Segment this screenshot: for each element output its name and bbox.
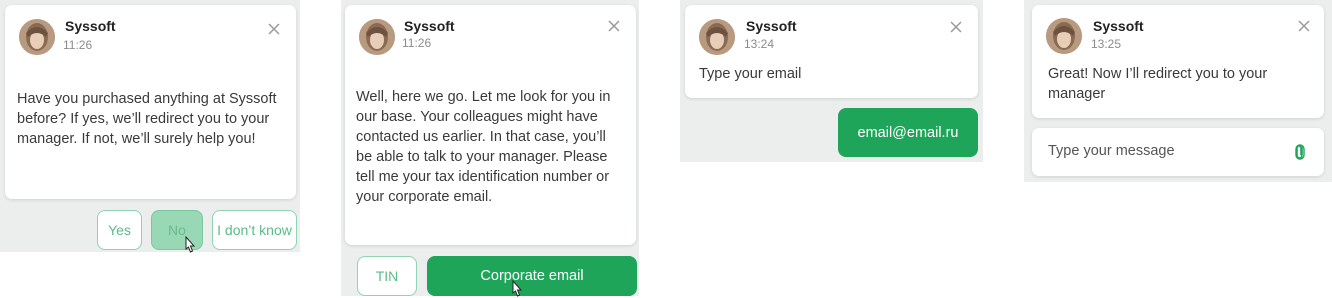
close-icon[interactable] <box>949 20 963 34</box>
corporate-email-button[interactable]: Corporate email <box>427 256 637 296</box>
yes-button[interactable]: Yes <box>97 210 142 250</box>
sender-name: Syssoft <box>404 18 455 34</box>
message-text: Have you purchased anything at Syssoft b… <box>17 91 277 147</box>
message-text: Type your email <box>699 66 802 82</box>
avatar <box>19 19 55 55</box>
message-time: 13:25 <box>1091 37 1122 51</box>
attach-icon[interactable] <box>1292 143 1308 161</box>
close-icon[interactable] <box>267 22 281 36</box>
bot-message-card: Syssoft 11:26 Well, here we go. Let me l… <box>345 5 636 245</box>
message-time: 11:26 <box>63 38 93 52</box>
sender-name: Syssoft <box>65 18 116 34</box>
avatar <box>699 19 735 55</box>
bot-message-card: Syssoft 13:24 Type your email <box>685 5 978 98</box>
message-input-placeholder: Type your message <box>1048 143 1175 159</box>
avatar <box>359 19 395 55</box>
avatar <box>1046 18 1082 54</box>
message-time: 13:24 <box>744 37 775 51</box>
no-button[interactable]: No <box>151 210 203 250</box>
message-time: 11:26 <box>402 36 432 50</box>
close-icon[interactable] <box>1297 19 1311 33</box>
message-text: Well, here we go. Let me look for you in… <box>356 89 611 205</box>
dont-know-button[interactable]: I don’t know <box>212 210 297 250</box>
sender-name: Syssoft <box>746 18 797 34</box>
message-text: Great! Now I’ll redirect you to your man… <box>1048 66 1268 102</box>
close-icon[interactable] <box>607 19 621 33</box>
bot-message-card: Syssoft 11:26 Have you purchased anythin… <box>5 5 296 199</box>
message-input-box[interactable]: Type your message <box>1032 128 1324 176</box>
tin-button[interactable]: TIN <box>357 256 417 296</box>
bot-message-card: Syssoft 13:25 Great! Now I’ll redirect y… <box>1032 5 1324 118</box>
sender-name: Syssoft <box>1093 18 1144 34</box>
user-reply-bubble: email@email.ru <box>838 108 978 157</box>
